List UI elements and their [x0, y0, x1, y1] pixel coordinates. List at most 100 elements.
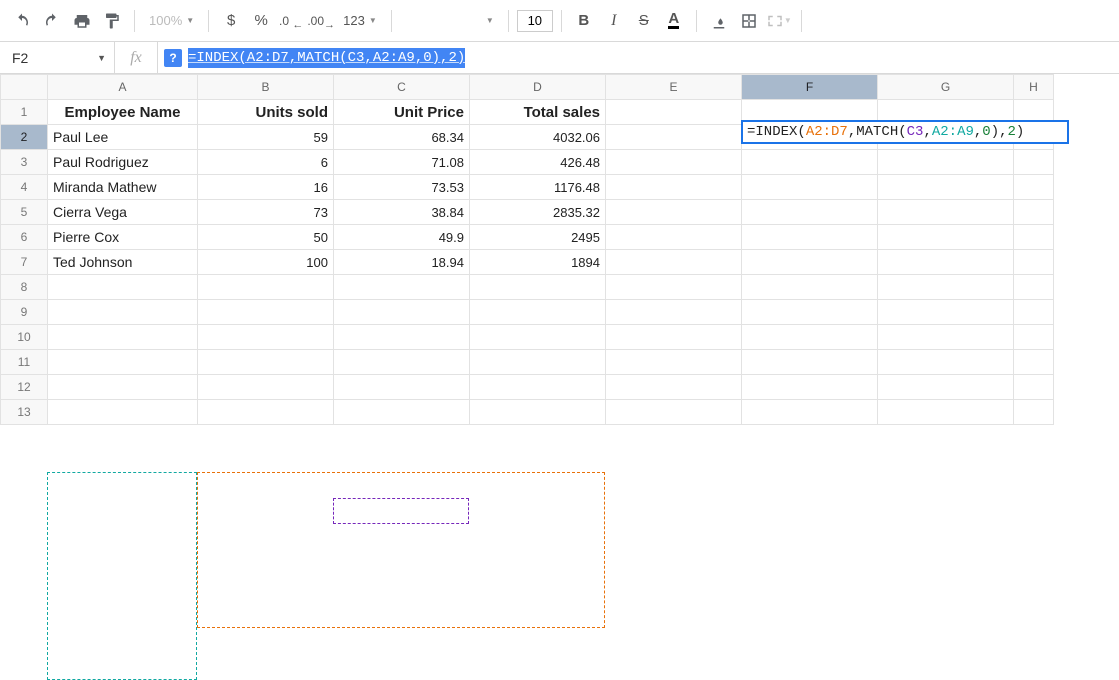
cell-D3[interactable]: 426.48 — [470, 150, 606, 175]
name-box[interactable]: F2 ▼ — [0, 42, 114, 73]
cell[interactable] — [1014, 350, 1054, 375]
cell[interactable] — [606, 275, 742, 300]
currency-button[interactable]: $ — [217, 7, 245, 35]
cell[interactable] — [470, 325, 606, 350]
print-button[interactable] — [68, 7, 96, 35]
row-header-6[interactable]: 6 — [1, 225, 48, 250]
cell[interactable] — [742, 200, 878, 225]
row-header-2[interactable]: 2 — [1, 125, 48, 150]
cell[interactable] — [1014, 200, 1054, 225]
cell[interactable] — [48, 275, 198, 300]
cell[interactable] — [334, 275, 470, 300]
italic-button[interactable]: I — [600, 7, 628, 35]
cell[interactable] — [1014, 175, 1054, 200]
cell[interactable] — [742, 250, 878, 275]
spreadsheet-grid[interactable]: A B C D E F G H 1 Employee Name Units so… — [0, 74, 1119, 425]
paint-format-button[interactable] — [98, 7, 126, 35]
col-header-A[interactable]: A — [48, 75, 198, 100]
cell-D6[interactable]: 2495 — [470, 225, 606, 250]
cell[interactable] — [470, 375, 606, 400]
cell[interactable] — [334, 325, 470, 350]
cell[interactable] — [742, 275, 878, 300]
undo-button[interactable] — [8, 7, 36, 35]
cell[interactable] — [606, 400, 742, 425]
cell[interactable] — [198, 400, 334, 425]
cell-A5[interactable]: Cierra Vega — [48, 200, 198, 225]
more-formats-dropdown[interactable]: 123▼ — [337, 7, 383, 35]
cell[interactable] — [48, 350, 198, 375]
row-header-5[interactable]: 5 — [1, 200, 48, 225]
row-header-11[interactable]: 11 — [1, 350, 48, 375]
cell[interactable] — [878, 275, 1014, 300]
cell-C6[interactable]: 49.9 — [334, 225, 470, 250]
cell-C4[interactable]: 73.53 — [334, 175, 470, 200]
cell-C5[interactable]: 38.84 — [334, 200, 470, 225]
cell-A6[interactable]: Pierre Cox — [48, 225, 198, 250]
cell[interactable] — [606, 350, 742, 375]
font-dropdown[interactable]: ▼ — [400, 7, 500, 35]
cell[interactable] — [878, 350, 1014, 375]
cell-C3[interactable]: 71.08 — [334, 150, 470, 175]
cell-A3[interactable]: Paul Rodriguez — [48, 150, 198, 175]
cell[interactable] — [742, 225, 878, 250]
cell[interactable] — [334, 375, 470, 400]
cell[interactable] — [878, 175, 1014, 200]
cell-D4[interactable]: 1176.48 — [470, 175, 606, 200]
cell[interactable] — [742, 400, 878, 425]
cell[interactable] — [1014, 225, 1054, 250]
cell[interactable] — [878, 225, 1014, 250]
select-all-corner[interactable] — [1, 75, 48, 100]
cell-D1[interactable]: Total sales — [470, 100, 606, 125]
cell[interactable] — [606, 375, 742, 400]
cell-C2[interactable]: 68.34 — [334, 125, 470, 150]
cell[interactable] — [606, 300, 742, 325]
cell[interactable] — [606, 200, 742, 225]
cell[interactable] — [742, 350, 878, 375]
cell-B1[interactable]: Units sold — [198, 100, 334, 125]
formula-input[interactable]: =INDEX(A2:D7,MATCH(C3,A2:A9,0),2) — [186, 42, 1119, 73]
cell[interactable] — [334, 400, 470, 425]
cell[interactable] — [878, 300, 1014, 325]
cell[interactable] — [48, 400, 198, 425]
cell[interactable] — [48, 375, 198, 400]
row-header-4[interactable]: 4 — [1, 175, 48, 200]
cell[interactable] — [878, 200, 1014, 225]
cell[interactable] — [198, 300, 334, 325]
cell[interactable] — [198, 350, 334, 375]
cell[interactable] — [606, 225, 742, 250]
cell-C7[interactable]: 18.94 — [334, 250, 470, 275]
cell[interactable] — [48, 325, 198, 350]
cell[interactable] — [742, 300, 878, 325]
cell[interactable] — [1014, 150, 1054, 175]
cell[interactable] — [334, 300, 470, 325]
bold-button[interactable]: B — [570, 7, 598, 35]
zoom-dropdown[interactable]: 100%▼ — [143, 7, 200, 35]
cell-A2[interactable]: Paul Lee — [48, 125, 198, 150]
cell[interactable] — [470, 275, 606, 300]
row-header-12[interactable]: 12 — [1, 375, 48, 400]
col-header-C[interactable]: C — [334, 75, 470, 100]
cell[interactable] — [198, 325, 334, 350]
cell[interactable] — [470, 350, 606, 375]
cell[interactable] — [470, 400, 606, 425]
cell[interactable] — [606, 325, 742, 350]
cell[interactable] — [878, 150, 1014, 175]
col-header-F[interactable]: F — [742, 75, 878, 100]
cell[interactable] — [606, 100, 742, 125]
col-header-B[interactable]: B — [198, 75, 334, 100]
merge-cells-button[interactable]: ▼ — [765, 7, 793, 35]
increase-decimal-button[interactable]: .00→ — [307, 7, 335, 35]
redo-button[interactable] — [38, 7, 66, 35]
cell[interactable] — [742, 150, 878, 175]
active-cell-editor[interactable]: =INDEX(A2:D7,MATCH(C3,A2:A9,0),2) — [741, 120, 1069, 144]
cell[interactable] — [198, 375, 334, 400]
cell-C1[interactable]: Unit Price — [334, 100, 470, 125]
cell[interactable] — [606, 150, 742, 175]
row-header-3[interactable]: 3 — [1, 150, 48, 175]
row-header-10[interactable]: 10 — [1, 325, 48, 350]
cell[interactable] — [878, 375, 1014, 400]
cell-B5[interactable]: 73 — [198, 200, 334, 225]
cell[interactable] — [878, 400, 1014, 425]
cell[interactable] — [48, 300, 198, 325]
cell[interactable] — [1014, 325, 1054, 350]
